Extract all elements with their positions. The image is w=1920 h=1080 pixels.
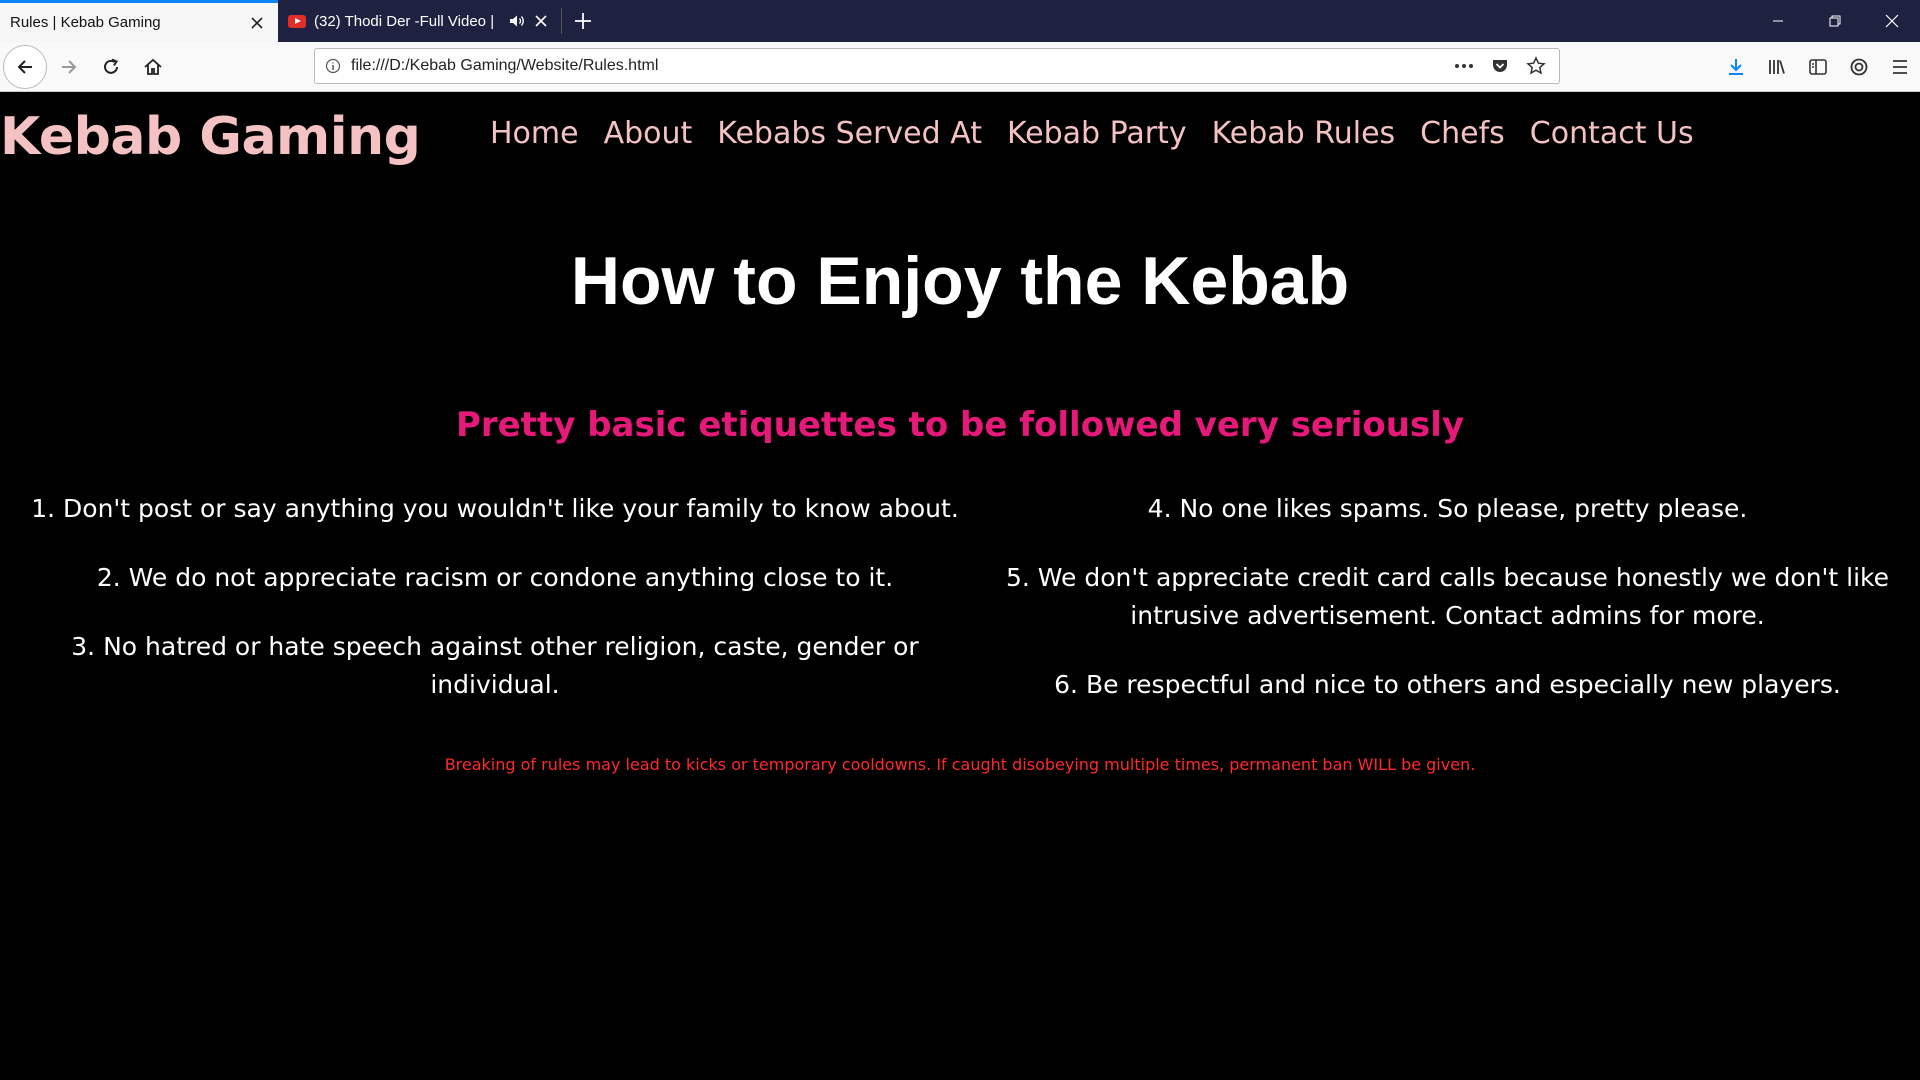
nav-about[interactable]: About — [604, 116, 693, 152]
rules-left-column: 1. Don't post or say anything you wouldn… — [15, 490, 975, 735]
bookmark-star-icon[interactable] — [1521, 51, 1551, 81]
site-logo[interactable]: Kebab Gaming — [0, 106, 421, 168]
page-title: How to Enjoy the Kebab — [570, 243, 1350, 319]
toolbar-right — [1715, 47, 1920, 87]
warning-notice: Breaking of rules may lead to kicks or t… — [444, 755, 1476, 774]
reload-button[interactable] — [91, 47, 131, 87]
address-bar[interactable]: file:///D:/Kebab Gaming/Website/Rules.ht… — [314, 48, 1560, 84]
nav-kebab-rules[interactable]: Kebab Rules — [1212, 116, 1396, 152]
sync-icon — [1850, 58, 1867, 76]
browser-toolbar: file:///D:/Kebab Gaming/Website/Rules.ht… — [0, 42, 1920, 92]
nav-kebabs-served-at[interactable]: Kebabs Served At — [717, 116, 982, 152]
url-actions — [1449, 51, 1559, 81]
rule-item: 4. No one likes spams. So please, pretty… — [1147, 494, 1748, 523]
back-button[interactable] — [3, 44, 47, 89]
tab-strip: Rules | Kebab Gaming (32) Thodi Der -Ful… — [0, 0, 1920, 42]
speaker-icon[interactable] — [506, 10, 528, 32]
close-tab-icon[interactable] — [246, 12, 268, 34]
tab-rules[interactable]: Rules | Kebab Gaming — [0, 0, 278, 42]
rule-item: 3. No hatred or hate speech against othe… — [71, 632, 919, 699]
menu-button[interactable] — [1879, 47, 1920, 87]
tab-title: (32) Thodi Der -Full Video | — [314, 12, 495, 30]
forward-button[interactable] — [49, 47, 89, 87]
nav-contact-us[interactable]: Contact Us — [1530, 116, 1694, 152]
page-actions-icon[interactable] — [1449, 51, 1479, 81]
rule-item: 6. Be respectful and nice to others and … — [1054, 670, 1841, 699]
reload-icon — [104, 58, 118, 74]
hamburger-icon — [1892, 60, 1907, 74]
minimize-icon — [1772, 20, 1783, 22]
restore-icon — [1829, 15, 1840, 27]
nav-chefs[interactable]: Chefs — [1420, 116, 1505, 152]
site-nav: Home About Kebabs Served At Kebab Party … — [490, 116, 1694, 152]
tab-title: Rules | Kebab Gaming — [10, 14, 161, 31]
rules-right-column: 4. No one likes spams. So please, pretty… — [970, 490, 1920, 735]
minimize-button[interactable] — [1749, 0, 1806, 42]
library-icon — [1768, 60, 1785, 74]
plus-icon — [575, 13, 591, 29]
rule-item: 1. Don't post or say anything you wouldn… — [31, 494, 959, 523]
downloads-button[interactable] — [1715, 47, 1756, 87]
tab-youtube[interactable]: (32) Thodi Der -Full Video | — [278, 0, 562, 42]
new-tab-button[interactable] — [562, 0, 604, 42]
page-subtitle: Pretty basic etiquettes to be followed v… — [455, 405, 1465, 445]
info-icon[interactable] — [315, 58, 351, 74]
arrow-left-icon — [17, 59, 32, 74]
youtube-icon — [288, 14, 306, 28]
pocket-icon[interactable] — [1485, 51, 1515, 81]
sync-button[interactable] — [1838, 47, 1879, 87]
nav-home[interactable]: Home — [490, 116, 579, 152]
arrow-right-icon — [62, 59, 77, 74]
tab-separator — [561, 8, 562, 34]
close-window-button[interactable] — [1863, 0, 1920, 42]
home-icon — [144, 58, 162, 75]
restore-button[interactable] — [1806, 0, 1863, 42]
rule-item: 2. We do not appreciate racism or condon… — [96, 563, 894, 592]
sidebar-icon — [1808, 59, 1827, 75]
close-icon — [1885, 14, 1898, 28]
rule-item: 5. We don't appreciate credit card calls… — [1005, 563, 1890, 630]
download-icon — [1728, 59, 1743, 75]
page-content: Kebab Gaming Home About Kebabs Served At… — [0, 92, 1920, 1080]
nav-kebab-party[interactable]: Kebab Party — [1007, 116, 1187, 152]
window-controls — [1749, 0, 1920, 42]
url-text[interactable]: file:///D:/Kebab Gaming/Website/Rules.ht… — [351, 57, 1449, 75]
library-button[interactable] — [1756, 47, 1797, 87]
sidebar-button[interactable] — [1797, 47, 1838, 87]
home-button[interactable] — [133, 47, 173, 87]
close-tab-icon[interactable] — [530, 10, 552, 32]
